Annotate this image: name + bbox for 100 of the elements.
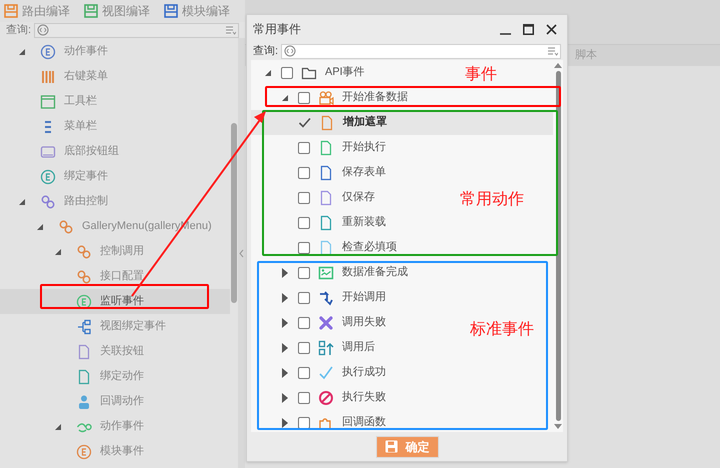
scroll-up-icon[interactable] bbox=[554, 62, 562, 68]
checkbox[interactable] bbox=[298, 242, 310, 254]
checkbox[interactable] bbox=[298, 142, 310, 154]
tree-item-label: 底部按钮组 bbox=[64, 144, 119, 160]
tree-item[interactable]: 绑定动作 bbox=[0, 364, 230, 389]
tree-item[interactable]: 仅保存 bbox=[298, 189, 375, 206]
tree-item[interactable]: 动作事件 bbox=[0, 39, 230, 64]
tree-item[interactable]: 菜单栏 bbox=[0, 114, 230, 139]
checkbox[interactable] bbox=[298, 266, 310, 278]
tree-item[interactable]: 路由控制 bbox=[0, 189, 230, 214]
checkbox[interactable] bbox=[281, 66, 293, 78]
collapsed-triangle-icon[interactable] bbox=[281, 368, 289, 378]
tree-item-label: 绑定动作 bbox=[100, 368, 144, 384]
toolbar-button[interactable]: 路由编译 bbox=[4, 2, 70, 20]
checkbox[interactable] bbox=[298, 216, 310, 228]
tree-item[interactable]: 模块事件 bbox=[0, 439, 230, 464]
tree-item-label: API事件 bbox=[325, 65, 365, 80]
expanded-triangle-icon[interactable] bbox=[281, 94, 289, 102]
search-label: 查询: bbox=[6, 22, 32, 38]
checkbox[interactable] bbox=[298, 166, 310, 178]
tree-item[interactable]: 接口配置 bbox=[0, 264, 230, 289]
tree-item[interactable]: 开始执行 bbox=[298, 139, 386, 156]
person-icon bbox=[76, 394, 92, 410]
tree-item-label: 视图绑定事件 bbox=[100, 318, 166, 334]
tree-item-label: 路由控制 bbox=[64, 194, 108, 210]
annotation-label: 常用动作 bbox=[460, 190, 524, 210]
collapsed-triangle-icon[interactable] bbox=[281, 268, 289, 278]
tree-item-label: 工具栏 bbox=[64, 94, 97, 110]
tree-item[interactable]: 右键菜单 bbox=[0, 64, 230, 89]
tree-item[interactable]: 开始准备数据 bbox=[280, 89, 408, 106]
checkbox[interactable] bbox=[298, 192, 310, 204]
tree-item-label: 接口配置 bbox=[100, 268, 144, 284]
checkbox[interactable] bbox=[298, 316, 310, 328]
checkmark-icon[interactable] bbox=[298, 116, 311, 129]
expanded-triangle-icon[interactable] bbox=[54, 422, 62, 430]
tree-item-label: 回调动作 bbox=[100, 394, 144, 410]
tree-item[interactable]: 监听事件 bbox=[0, 289, 230, 314]
search-field[interactable] bbox=[281, 44, 561, 58]
tree-item[interactable]: 视图绑定事件 bbox=[0, 314, 230, 339]
tree-item[interactable]: 控制调用 bbox=[0, 239, 230, 264]
tree-item[interactable]: 执行失败 bbox=[280, 389, 386, 406]
circle-icon bbox=[76, 294, 92, 310]
toolbar-button[interactable]: 视图编译 bbox=[84, 2, 150, 20]
maximize-icon[interactable] bbox=[523, 24, 534, 34]
tree-item[interactable]: 数据准备完成 bbox=[280, 264, 408, 281]
checkbox[interactable] bbox=[298, 292, 310, 304]
tree-item[interactable]: 绑定事件 bbox=[0, 164, 230, 189]
tree-item[interactable]: 回调动作 bbox=[0, 389, 230, 414]
close-icon[interactable] bbox=[546, 24, 557, 34]
checkbox[interactable] bbox=[298, 392, 310, 404]
tree-item[interactable]: 调用失败 bbox=[280, 314, 386, 331]
expanded-triangle-icon[interactable] bbox=[18, 48, 26, 56]
expanded-triangle-icon[interactable] bbox=[54, 248, 62, 256]
tree-item[interactable]: 重新装载 bbox=[298, 214, 386, 231]
checkbox[interactable] bbox=[298, 92, 310, 104]
search-field[interactable] bbox=[34, 22, 239, 38]
tree-item[interactable]: 关联按钮 bbox=[0, 339, 230, 364]
tree-item[interactable]: 检查必填项 bbox=[298, 239, 397, 256]
collapsed-triangle-icon[interactable] bbox=[281, 392, 289, 402]
document-icon bbox=[318, 240, 334, 256]
tree-item-label: 保存表单 bbox=[342, 165, 386, 180]
confirm-button[interactable]: 确定 bbox=[376, 436, 438, 458]
tree-item[interactable]: 执行成功 bbox=[280, 364, 386, 381]
tree-item[interactable]: 调用后 bbox=[280, 339, 375, 356]
stripes-icon bbox=[40, 68, 56, 84]
collapsed-triangle-icon[interactable] bbox=[281, 292, 289, 302]
check-icon bbox=[318, 364, 334, 380]
tree-item-label: 回调函数 bbox=[342, 415, 386, 430]
expanded-triangle-icon[interactable] bbox=[18, 198, 26, 206]
annotation-label: 事件 bbox=[465, 64, 497, 85]
tree-item[interactable]: 工具栏 bbox=[0, 89, 230, 114]
camera-icon bbox=[318, 90, 334, 106]
save-icon bbox=[4, 4, 18, 18]
collapsed-triangle-icon[interactable] bbox=[281, 342, 289, 352]
document-icon bbox=[318, 214, 334, 230]
toolbar-button[interactable]: 模块编译 bbox=[164, 2, 230, 20]
checkbox[interactable] bbox=[298, 342, 310, 354]
panel-icon bbox=[40, 144, 56, 160]
tree-item-label: 调用后 bbox=[342, 340, 375, 356]
tree-item[interactable]: 保存表单 bbox=[298, 164, 386, 181]
tree-item[interactable]: 开始调用 bbox=[280, 289, 386, 306]
tree-item-label: 执行成功 bbox=[342, 365, 386, 380]
tree-item[interactable]: 动作事件 bbox=[0, 414, 230, 439]
scroll-down-icon[interactable] bbox=[554, 424, 562, 430]
collapsed-triangle-icon[interactable] bbox=[281, 418, 289, 428]
list-icon[interactable] bbox=[546, 45, 558, 57]
checkbox[interactable] bbox=[298, 416, 310, 428]
tree-item[interactable]: 回调函数 bbox=[280, 414, 386, 431]
tree-item[interactable]: API事件 bbox=[263, 64, 365, 81]
expanded-triangle-icon[interactable] bbox=[264, 68, 272, 76]
list-icon[interactable] bbox=[224, 24, 236, 36]
checkbox[interactable] bbox=[298, 366, 310, 378]
collapsed-triangle-icon[interactable] bbox=[281, 318, 289, 328]
expanded-triangle-icon[interactable] bbox=[36, 222, 44, 230]
tree-item[interactable]: 底部按钮组 bbox=[0, 139, 230, 164]
tree-item-label: 监听事件 bbox=[100, 294, 144, 310]
tree-item-label: 调用失败 bbox=[342, 315, 386, 330]
ban-icon bbox=[318, 390, 334, 406]
tree-item-label: 数据准备完成 bbox=[342, 264, 408, 280]
save-icon bbox=[164, 4, 178, 18]
